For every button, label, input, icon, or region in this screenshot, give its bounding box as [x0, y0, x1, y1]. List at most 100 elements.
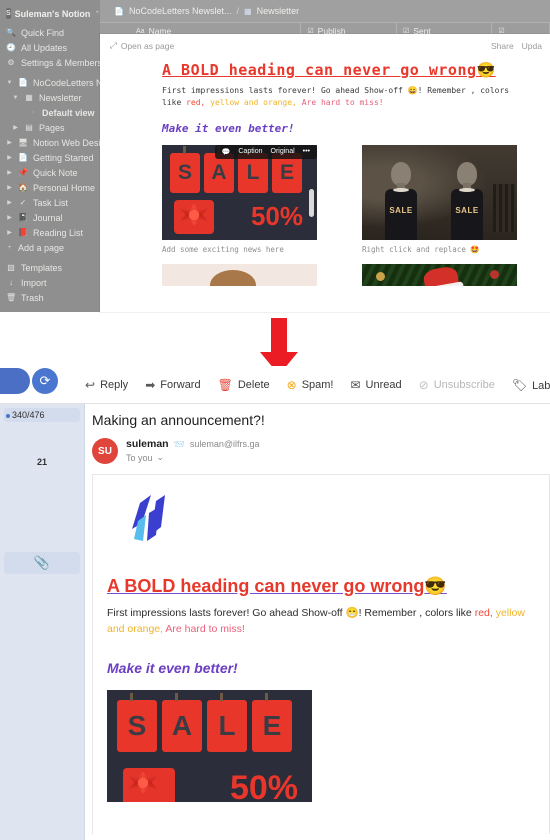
sidebar-item-label: Templates	[21, 262, 63, 273]
spam-button[interactable]: ⊗ Spam!	[287, 379, 334, 391]
label-dropdown[interactable]: 🏷 Label ▾	[512, 379, 550, 392]
compose-button[interactable]	[0, 368, 30, 394]
image-caption-right[interactable]: Right click and replace 🤩	[362, 245, 517, 254]
sidebar-page-personal-home[interactable]: ▶ 🏠 Personal Home	[0, 180, 100, 195]
sidebar-item-settings-members[interactable]: ⚙ Settings & Members	[0, 55, 102, 70]
forward-button[interactable]: ➡ Forward	[145, 379, 200, 391]
sidebar-page-quick-note[interactable]: ▶ 📌 Quick Note	[0, 165, 100, 180]
workspace-switcher[interactable]: S Suleman's Notion ⌃⌄	[0, 4, 106, 25]
chevron-right-icon[interactable]: ▶	[6, 169, 13, 176]
peek-paragraph: First impressions lasts forever! Go ahea…	[162, 85, 536, 110]
notebook-icon: 📓	[18, 213, 28, 222]
forward-label: Forward	[160, 379, 201, 391]
import-icon: ↓	[9, 278, 13, 287]
check-icon: ✓	[19, 198, 27, 207]
email-para-part1: First impressions lasts forever! Go ahea…	[107, 607, 346, 619]
email-subject: Making an announcement?!	[92, 412, 265, 428]
mail-sidebar: 340/476 21 📎	[0, 404, 85, 840]
sidebar-page-journal[interactable]: ▶ 📓 Journal	[0, 210, 100, 225]
peek-image-row: S A L E 50% 💬 Caption Original ••• Add s…	[162, 144, 536, 254]
page-icon: ▤	[25, 123, 33, 132]
christmas-image-partial[interactable]	[362, 263, 517, 286]
recipient-line[interactable]: To you ⌄	[126, 452, 260, 463]
image-scrollbar[interactable]	[309, 188, 314, 217]
peek-image-row-2	[162, 263, 536, 286]
peek-heading-text: A BOLD heading can never go wrong	[162, 61, 477, 79]
grin-emoji-icon: 😁	[345, 607, 359, 619]
email-subheading: Make it even better!	[107, 659, 238, 676]
open-as-page-label: Open as page	[120, 40, 175, 51]
gift-bow-graphic	[123, 767, 175, 802]
mail-client: ⟳ ↩ Reply ➡ Forward 🗑 Delete ⊗ Spam! ✉ U…	[0, 366, 550, 840]
sidebar-item-label: Reading List	[33, 227, 84, 238]
image-hover-toolbar[interactable]: 💬 Caption Original •••	[214, 144, 317, 159]
more-options-icon[interactable]: •••	[299, 147, 314, 156]
sidebar-item-templates[interactable]: ▧ Templates	[0, 260, 100, 275]
chevron-right-icon[interactable]: ▶	[6, 229, 13, 236]
sale-tag-letter: E	[252, 692, 292, 752]
chevron-right-icon[interactable]: ▶	[6, 154, 13, 161]
sidebar-view-default[interactable]: · Default view	[0, 105, 100, 120]
sidebar-item-label: Trash	[21, 292, 44, 303]
email-heading-text: A BOLD heading can never go wrong	[107, 576, 425, 596]
open-as-page-button[interactable]: ⤢ Open as page	[110, 40, 174, 51]
chevron-down-icon[interactable]: ⌄	[157, 452, 165, 463]
original-button[interactable]: Original	[267, 147, 299, 156]
portrait-image-partial[interactable]	[162, 263, 317, 286]
delete-button[interactable]: 🗑 Delete	[218, 379, 270, 391]
image-caption-left[interactable]: Add some exciting news here	[162, 245, 317, 254]
sidebar-item-import[interactable]: ↓ Import	[0, 275, 100, 290]
sidebar-page-getting-started[interactable]: ▶ 📄 Getting Started	[0, 150, 100, 165]
chevron-right-icon[interactable]: ▶	[12, 124, 19, 131]
spam-warning-icon: ⊗	[286, 378, 297, 392]
monitor-icon: 🖥	[18, 138, 29, 147]
chevron-down-icon[interactable]: ▼	[12, 95, 19, 101]
workspace-avatar: S	[6, 8, 11, 19]
sale-tag-letter: S	[170, 145, 200, 193]
sidebar-item-label: Personal Home	[33, 182, 96, 193]
breadcrumb-leaf[interactable]: Newsletter	[257, 6, 300, 16]
sidebar-item-quick-find[interactable]: 🔍 Quick Find	[0, 25, 100, 40]
reply-button[interactable]: ↩ Reply	[85, 379, 128, 391]
chevron-right-icon[interactable]: ▶	[6, 214, 13, 221]
comment-icon[interactable]: 💬	[218, 147, 235, 157]
sidebar-page-reading-list[interactable]: ▶ 📕 Reading List	[0, 225, 100, 240]
sidebar-item-label: Task List	[33, 197, 69, 208]
sidebar-page-newsletter[interactable]: ▼ ▦ Newsletter	[0, 90, 100, 105]
sidebar-item-all-updates[interactable]: 🕘 All Updates	[0, 40, 100, 55]
email-sale-image: S A L E 50%	[107, 689, 312, 802]
sidebar-item-label: Pages	[39, 122, 65, 133]
sale-percent-text: 50%	[250, 200, 303, 231]
sidebar-page-notion-web-designer[interactable]: ▶ 🖥 Notion Web Designe	[0, 135, 115, 150]
chevron-right-icon[interactable]: ▶	[6, 184, 13, 191]
sidebar-add-a-page[interactable]: + Add a page	[0, 240, 100, 255]
attachments-button[interactable]: 📎	[4, 552, 80, 574]
caption-button[interactable]: Caption	[234, 147, 266, 156]
email-para-red: red,	[474, 607, 493, 619]
unread-button[interactable]: ✉ Unread	[350, 379, 401, 391]
label-dropdown-label: Label ▾	[532, 379, 550, 392]
mannequin-graphic: SALE	[450, 161, 484, 240]
sale-percent-text: 50%	[229, 768, 298, 802]
chevron-down-icon[interactable]: ▼	[6, 80, 13, 86]
sidebar-item-label: Add a page	[18, 242, 65, 253]
mannequin-image[interactable]: SALE SALE	[362, 144, 517, 240]
sender-name: suleman	[126, 438, 169, 450]
sidebar-page-task-list[interactable]: ▶ ✓ Task List	[0, 195, 100, 210]
refresh-button[interactable]: ⟳	[32, 368, 58, 394]
sidebar-page-pages[interactable]: ▶ ▤ Pages	[0, 120, 100, 135]
share-button[interactable]: Share	[491, 41, 514, 51]
sidebar-item-label: Newsletter	[39, 92, 82, 103]
sidebar-item-label: Quick Find	[21, 27, 65, 38]
sidebar-page-nocodeletters[interactable]: ▼ 📄 NoCodeLetters News	[0, 75, 119, 90]
breadcrumb: 📄 NoCodeLetters Newslet... / ▦ Newslette…	[100, 0, 550, 22]
breadcrumb-root[interactable]: NoCodeLetters Newslet...	[129, 6, 232, 16]
message-count: 21	[36, 457, 47, 467]
mannequin-graphic: SALE	[384, 161, 418, 240]
chevron-right-icon[interactable]: ▶	[6, 199, 13, 206]
chevron-right-icon[interactable]: ▶	[6, 139, 13, 146]
update-button[interactable]: Upda	[522, 41, 542, 51]
email-sender-row: SU suleman 📨 suleman@ilfrs.ga To you ⌄	[86, 438, 550, 474]
sale-promo-image[interactable]: S A L E 50% 💬 Caption Original •••	[162, 144, 317, 240]
sidebar-item-trash[interactable]: 🗑 Trash	[0, 290, 100, 305]
